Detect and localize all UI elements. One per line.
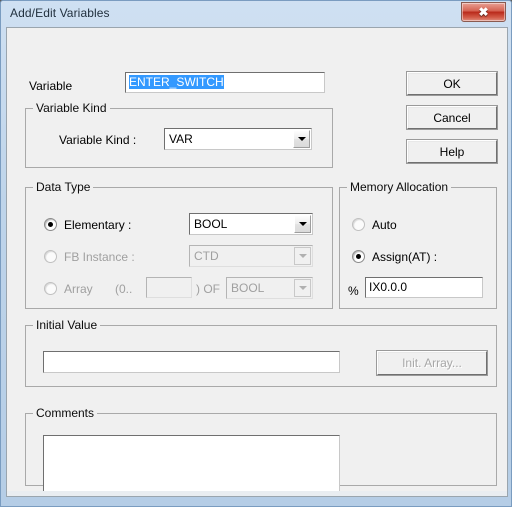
comments-textarea[interactable] [43,435,340,493]
chevron-down-icon [294,247,311,265]
assign-address-value: IX0.0.0 [369,280,408,294]
assign-address-input[interactable]: IX0.0.0 [365,277,483,298]
init-array-button-label: Init. Array... [402,356,462,370]
initial-value-group: Initial Value Init. Array... [25,318,497,387]
array-type-value: BOOL [231,281,265,295]
dialog-bottom-edge [6,491,508,497]
initial-value-input[interactable] [43,351,340,373]
variable-name-value: ENTER_SWITCH [129,75,224,89]
fb-instance-type-value: CTD [194,249,219,263]
cancel-button[interactable]: Cancel [407,106,497,129]
radio-assign-at[interactable] [352,250,365,263]
chevron-down-icon[interactable] [294,215,311,233]
init-array-button: Init. Array... [377,351,487,375]
dialog-window: Add/Edit Variables ✖ Variable ENTER_SWIT… [0,0,512,507]
fb-instance-type-select: CTD [189,245,313,267]
auto-label: Auto [372,218,397,232]
percent-sign-label: % [348,284,359,298]
variable-label: Variable [29,79,73,93]
elementary-type-select[interactable]: BOOL [189,213,313,235]
array-size-input [146,277,192,298]
window-title: Add/Edit Variables [10,6,110,20]
assign-at-label: Assign(AT) : [372,250,438,264]
variable-kind-group-title: Variable Kind [33,101,110,115]
chevron-down-icon [294,279,311,297]
close-icon: ✖ [478,5,489,19]
radio-array[interactable] [44,282,57,295]
cancel-button-label: Cancel [433,110,471,125]
elementary-type-value: BOOL [194,217,228,231]
variable-kind-select[interactable]: VAR [164,128,312,150]
radio-elementary[interactable] [44,218,57,231]
array-range-suffix: ) OF [196,282,220,296]
array-range-prefix: (0.. [115,282,133,296]
help-button-label: Help [439,144,465,159]
memory-allocation-group: Memory Allocation Auto Assign(AT) : % IX… [339,180,497,309]
variable-kind-value: VAR [169,132,193,146]
comments-group-title: Comments [33,406,98,420]
fb-instance-label: FB Instance : [64,250,135,264]
help-button[interactable]: Help [407,140,497,163]
variable-kind-label: Variable Kind : [59,133,137,147]
data-type-group-title: Data Type [33,180,94,194]
array-type-select: BOOL [226,277,313,299]
radio-fb-instance[interactable] [44,250,57,263]
ok-button[interactable]: OK [407,72,497,95]
variable-name-input[interactable]: ENTER_SWITCH [125,72,325,93]
variable-kind-group: Variable Kind Variable Kind : VAR [25,101,333,168]
array-label: Array [64,282,93,296]
dialog-client-area: Variable ENTER_SWITCH OK Cancel Help Var… [6,27,508,493]
ok-button-label: OK [443,76,461,91]
close-button[interactable]: ✖ [461,2,506,22]
comments-group: Comments [25,406,497,493]
memory-allocation-group-title: Memory Allocation [347,180,452,194]
data-type-group: Data Type Elementary : BOOL FB Instance … [25,180,333,309]
elementary-label: Elementary : [64,218,132,232]
initial-value-group-title: Initial Value [33,318,101,332]
radio-auto[interactable] [352,218,365,231]
title-bar: Add/Edit Variables ✖ [1,1,512,27]
chevron-down-icon[interactable] [293,130,310,148]
